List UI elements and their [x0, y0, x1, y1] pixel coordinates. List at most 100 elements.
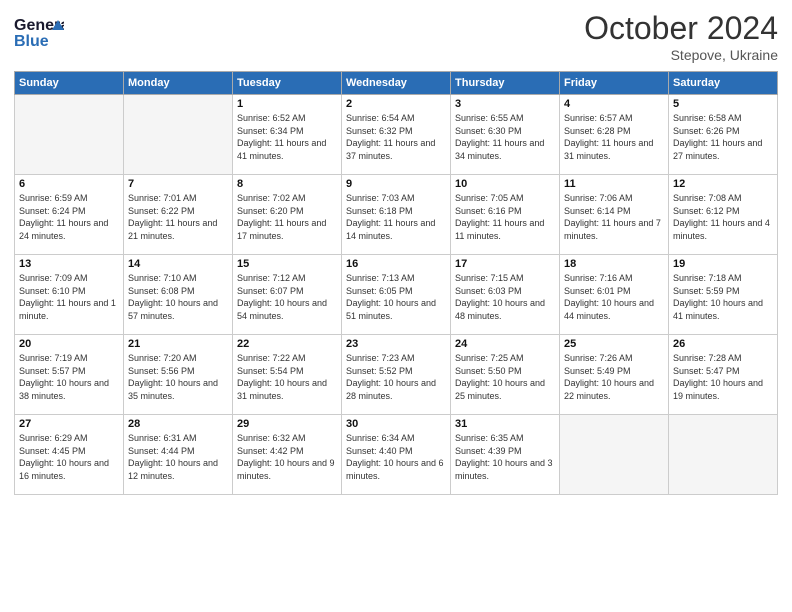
day-number: 30	[346, 418, 446, 430]
day-info: Sunrise: 6:54 AMSunset: 6:32 PMDaylight:…	[346, 112, 446, 162]
calendar-cell: 29 Sunrise: 6:32 AMSunset: 4:42 PMDayligh…	[233, 415, 342, 495]
day-info: Sunrise: 7:18 AMSunset: 5:59 PMDaylight:…	[673, 272, 773, 322]
day-info: Sunrise: 7:20 AMSunset: 5:56 PMDaylight:…	[128, 352, 228, 402]
calendar-header-row: Sunday Monday Tuesday Wednesday Thursday…	[15, 72, 778, 95]
calendar-week-1: 1Sunrise: 6:52 AMSunset: 6:34 PMDaylight…	[15, 95, 778, 175]
calendar-cell: 25 Sunrise: 7:26 AMSunset: 5:49 PMDayligh…	[560, 335, 669, 415]
day-number: 11	[564, 178, 664, 190]
col-thursday: Thursday	[451, 72, 560, 95]
calendar-cell: 21 Sunrise: 7:20 AMSunset: 5:56 PMDayligh…	[124, 335, 233, 415]
day-number: 20	[19, 338, 119, 350]
calendar-cell	[560, 415, 669, 495]
calendar-cell	[124, 95, 233, 175]
day-info: Sunrise: 7:16 AMSunset: 6:01 PMDaylight:…	[564, 272, 664, 322]
col-tuesday: Tuesday	[233, 72, 342, 95]
calendar-cell: 1Sunrise: 6:52 AMSunset: 6:34 PMDaylight…	[233, 95, 342, 175]
day-info: Sunrise: 7:13 AMSunset: 6:05 PMDaylight:…	[346, 272, 446, 322]
day-info: Sunrise: 7:09 AMSunset: 6:10 PMDaylight:…	[19, 272, 119, 322]
day-info: Sunrise: 6:29 AMSunset: 4:45 PMDaylight:…	[19, 432, 119, 482]
day-number: 31	[455, 418, 555, 430]
day-info: Sunrise: 7:08 AMSunset: 6:12 PMDaylight:…	[673, 192, 773, 242]
day-info: Sunrise: 7:15 AMSunset: 6:03 PMDaylight:…	[455, 272, 555, 322]
day-number: 4	[564, 98, 664, 110]
day-number: 3	[455, 98, 555, 110]
day-info: Sunrise: 6:35 AMSunset: 4:39 PMDaylight:…	[455, 432, 555, 482]
title-block: October 2024 Stepove, Ukraine	[584, 10, 778, 63]
logo: General Blue	[14, 10, 66, 55]
day-number: 5	[673, 98, 773, 110]
location: Stepove, Ukraine	[584, 47, 778, 63]
day-number: 13	[19, 258, 119, 270]
day-info: Sunrise: 7:02 AMSunset: 6:20 PMDaylight:…	[237, 192, 337, 242]
day-info: Sunrise: 6:34 AMSunset: 4:40 PMDaylight:…	[346, 432, 446, 482]
calendar-cell: 6Sunrise: 6:59 AMSunset: 6:24 PMDaylight…	[15, 175, 124, 255]
day-info: Sunrise: 6:32 AMSunset: 4:42 PMDaylight:…	[237, 432, 337, 482]
calendar-cell: 16 Sunrise: 7:13 AMSunset: 6:05 PMDayligh…	[342, 255, 451, 335]
calendar-cell: 26Sunrise: 7:28 AMSunset: 5:47 PMDayligh…	[669, 335, 778, 415]
day-number: 19	[673, 258, 773, 270]
page-header: General Blue October 2024 Stepove, Ukrai…	[14, 10, 778, 63]
day-info: Sunrise: 7:05 AMSunset: 6:16 PMDaylight:…	[455, 192, 555, 242]
calendar-cell: 8 Sunrise: 7:02 AMSunset: 6:20 PMDaylight…	[233, 175, 342, 255]
calendar-cell: 22Sunrise: 7:22 AMSunset: 5:54 PMDayligh…	[233, 335, 342, 415]
day-info: Sunrise: 7:19 AMSunset: 5:57 PMDaylight:…	[19, 352, 119, 402]
day-info: Sunrise: 6:55 AMSunset: 6:30 PMDaylight:…	[455, 112, 555, 162]
day-info: Sunrise: 6:52 AMSunset: 6:34 PMDaylight:…	[237, 112, 337, 162]
day-number: 10	[455, 178, 555, 190]
day-number: 7	[128, 178, 228, 190]
day-number: 22	[237, 338, 337, 350]
day-number: 17	[455, 258, 555, 270]
calendar-table: Sunday Monday Tuesday Wednesday Thursday…	[14, 71, 778, 495]
col-saturday: Saturday	[669, 72, 778, 95]
month-title: October 2024	[584, 10, 778, 47]
day-info: Sunrise: 7:06 AMSunset: 6:14 PMDaylight:…	[564, 192, 664, 242]
calendar-cell: 24 Sunrise: 7:25 AMSunset: 5:50 PMDayligh…	[451, 335, 560, 415]
day-info: Sunrise: 7:25 AMSunset: 5:50 PMDaylight:…	[455, 352, 555, 402]
calendar-cell: 9 Sunrise: 7:03 AMSunset: 6:18 PMDaylight…	[342, 175, 451, 255]
day-info: Sunrise: 6:31 AMSunset: 4:44 PMDaylight:…	[128, 432, 228, 482]
day-info: Sunrise: 6:58 AMSunset: 6:26 PMDaylight:…	[673, 112, 773, 162]
day-info: Sunrise: 7:03 AMSunset: 6:18 PMDaylight:…	[346, 192, 446, 242]
day-number: 28	[128, 418, 228, 430]
logo-icon: General Blue	[14, 10, 64, 55]
calendar-cell: 11 Sunrise: 7:06 AMSunset: 6:14 PMDayligh…	[560, 175, 669, 255]
day-number: 21	[128, 338, 228, 350]
day-number: 8	[237, 178, 337, 190]
calendar-cell: 5 Sunrise: 6:58 AMSunset: 6:26 PMDaylight…	[669, 95, 778, 175]
day-number: 24	[455, 338, 555, 350]
calendar-cell: 4Sunrise: 6:57 AMSunset: 6:28 PMDaylight…	[560, 95, 669, 175]
day-number: 27	[19, 418, 119, 430]
calendar-cell: 18 Sunrise: 7:16 AMSunset: 6:01 PMDayligh…	[560, 255, 669, 335]
day-info: Sunrise: 7:23 AMSunset: 5:52 PMDaylight:…	[346, 352, 446, 402]
calendar-week-5: 27 Sunrise: 6:29 AMSunset: 4:45 PMDayligh…	[15, 415, 778, 495]
day-number: 6	[19, 178, 119, 190]
calendar-cell	[15, 95, 124, 175]
day-number: 14	[128, 258, 228, 270]
day-info: Sunrise: 7:12 AMSunset: 6:07 PMDaylight:…	[237, 272, 337, 322]
calendar-cell: 28 Sunrise: 6:31 AMSunset: 4:44 PMDayligh…	[124, 415, 233, 495]
day-number: 29	[237, 418, 337, 430]
calendar-cell: 31 Sunrise: 6:35 AMSunset: 4:39 PMDayligh…	[451, 415, 560, 495]
calendar-cell: 30 Sunrise: 6:34 AMSunset: 4:40 PMDayligh…	[342, 415, 451, 495]
day-number: 16	[346, 258, 446, 270]
calendar-week-4: 20 Sunrise: 7:19 AMSunset: 5:57 PMDayligh…	[15, 335, 778, 415]
day-number: 26	[673, 338, 773, 350]
calendar-cell: 15Sunrise: 7:12 AMSunset: 6:07 PMDayligh…	[233, 255, 342, 335]
calendar-cell: 20 Sunrise: 7:19 AMSunset: 5:57 PMDayligh…	[15, 335, 124, 415]
day-info: Sunrise: 7:10 AMSunset: 6:08 PMDaylight:…	[128, 272, 228, 322]
calendar-cell: 2 Sunrise: 6:54 AMSunset: 6:32 PMDaylight…	[342, 95, 451, 175]
day-number: 9	[346, 178, 446, 190]
col-wednesday: Wednesday	[342, 72, 451, 95]
day-info: Sunrise: 7:01 AMSunset: 6:22 PMDaylight:…	[128, 192, 228, 242]
calendar-cell: 23 Sunrise: 7:23 AMSunset: 5:52 PMDayligh…	[342, 335, 451, 415]
calendar-cell: 3 Sunrise: 6:55 AMSunset: 6:30 PMDaylight…	[451, 95, 560, 175]
day-number: 18	[564, 258, 664, 270]
calendar-cell: 14 Sunrise: 7:10 AMSunset: 6:08 PMDayligh…	[124, 255, 233, 335]
calendar-week-3: 13 Sunrise: 7:09 AMSunset: 6:10 PMDayligh…	[15, 255, 778, 335]
day-number: 2	[346, 98, 446, 110]
svg-text:Blue: Blue	[14, 33, 49, 50]
day-info: Sunrise: 7:26 AMSunset: 5:49 PMDaylight:…	[564, 352, 664, 402]
day-number: 23	[346, 338, 446, 350]
col-sunday: Sunday	[15, 72, 124, 95]
day-number: 25	[564, 338, 664, 350]
